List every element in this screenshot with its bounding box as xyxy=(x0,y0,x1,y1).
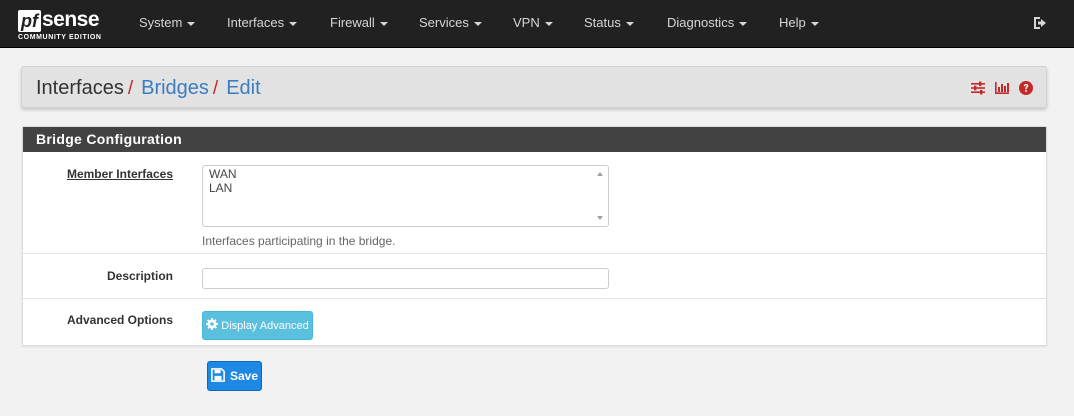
nav-menu-firewall[interactable]: Firewall xyxy=(330,0,388,46)
logo-edition: COMMUNITY EDITION xyxy=(18,34,102,41)
gear-icon xyxy=(206,318,219,333)
caret-down-icon xyxy=(625,21,634,26)
breadcrumb-separator: / xyxy=(127,78,134,99)
nav-menu-label: VPN xyxy=(513,15,540,30)
save-icon xyxy=(211,367,225,385)
breadcrumb-item-interfaces: Interfaces xyxy=(36,77,124,99)
display-advanced-label: Display Advanced xyxy=(221,319,309,332)
nav-menu-services[interactable]: Services xyxy=(419,0,482,46)
nav-menu-diagnostics[interactable]: Diagnostics xyxy=(667,0,748,46)
description-label: Description xyxy=(106,269,173,283)
description-input[interactable] xyxy=(202,268,609,289)
member-interfaces-help: Interfaces participating in the bridge. xyxy=(202,234,396,248)
nav-menu-label: Status xyxy=(584,15,621,30)
caret-down-icon xyxy=(739,21,748,26)
bar-chart-icon[interactable] xyxy=(994,80,1010,96)
caret-down-icon xyxy=(379,21,388,26)
nav-menu-system[interactable]: System xyxy=(139,0,196,46)
nav-menu-label: Help xyxy=(779,15,806,30)
sign-out-icon[interactable] xyxy=(1032,15,1048,31)
caret-down-icon xyxy=(473,21,482,26)
logo-wordmark: sense xyxy=(42,8,100,31)
member-interfaces-row: Member Interfaces WAN LAN Interfaces par… xyxy=(23,152,1046,254)
nav-menu-label: Interfaces xyxy=(227,15,285,30)
caret-down-icon xyxy=(289,21,298,26)
nav-menu-status[interactable]: Status xyxy=(584,0,634,46)
save-label: Save xyxy=(229,369,259,383)
member-interfaces-label: Member Interfaces xyxy=(66,167,173,181)
nav-menu-label: Diagnostics xyxy=(667,15,735,30)
panel-title: Bridge Configuration xyxy=(23,127,1046,152)
nav-menu-label: Firewall xyxy=(330,15,375,30)
save-button[interactable]: Save xyxy=(207,361,262,391)
sliders-icon[interactable] xyxy=(970,80,986,96)
select-option-wan[interactable]: WAN xyxy=(209,167,237,181)
nav-menu-label: Services xyxy=(419,15,469,30)
display-advanced-button[interactable]: Display Advanced xyxy=(202,311,313,340)
scroll-down-arrow[interactable] xyxy=(597,216,603,220)
bridge-configuration-panel: Bridge Configuration Member Interfaces W… xyxy=(22,126,1047,346)
pfsense-logo[interactable]: pf sense COMMUNITY EDITION xyxy=(18,6,114,44)
breadcrumb-item-edit[interactable]: Edit xyxy=(226,77,260,99)
logo-pf-mark: pf xyxy=(18,10,41,32)
breadcrumb-item-bridges[interactable]: Bridges xyxy=(141,77,209,99)
nav-menu-vpn[interactable]: VPN xyxy=(513,0,553,46)
caret-down-icon xyxy=(810,21,819,26)
top-navbar: pf sense COMMUNITY EDITION System Interf… xyxy=(0,0,1074,48)
caret-down-icon xyxy=(544,21,553,26)
caret-down-icon xyxy=(187,21,196,26)
nav-menu-help[interactable]: Help xyxy=(779,0,819,46)
description-row: Description xyxy=(23,254,1046,299)
nav-menu-interfaces[interactable]: Interfaces xyxy=(227,0,298,46)
nav-menu-label: System xyxy=(139,15,183,30)
breadcrumb: Interfaces / Bridges / Edit xyxy=(21,66,1047,108)
select-option-lan[interactable]: LAN xyxy=(209,181,232,195)
scroll-up-arrow[interactable] xyxy=(597,172,603,176)
question-circle-icon[interactable] xyxy=(1018,80,1034,96)
advanced-options-label: Advanced Options xyxy=(66,313,173,327)
breadcrumb-separator: / xyxy=(212,78,219,99)
advanced-options-row: Advanced Options Display Advanced xyxy=(23,299,1046,345)
member-interfaces-select[interactable]: WAN LAN xyxy=(202,165,609,227)
